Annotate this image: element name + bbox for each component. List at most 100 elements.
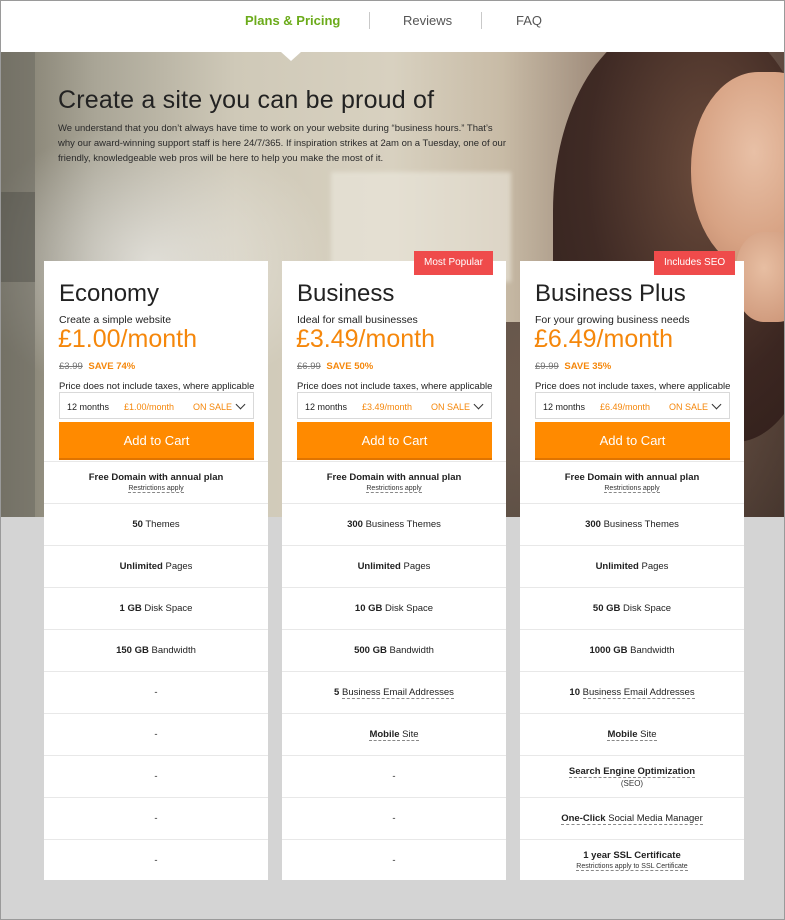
term-price: £6.49/month [600,402,651,412]
feature-email: 10 Business Email Addresses [520,671,744,713]
feature-seo: - [282,755,506,797]
feature-mobile: Mobile Site [282,713,506,755]
nav-divider [369,12,370,29]
term-value: 12 months [67,402,110,412]
feature-themes: 300 Business Themes [282,503,506,545]
feature-text: Disk Space [623,603,672,614]
feature-pages: Unlimited Pages [282,545,506,587]
feature-mobile: Mobile Site [520,713,744,755]
chevron-down-icon [473,399,484,410]
save-percent: SAVE 74% [88,361,136,372]
feature-list: Free Domain with annual plan Restriction… [44,461,268,881]
old-price: £3.99 [59,361,83,372]
feature-text: Pages [641,561,669,572]
feature-bold: Free Domain with annual plan [88,472,224,483]
feature-bold: 5 [334,687,340,698]
seo-abbrev: (SEO) [620,778,644,788]
feature-text: Site [640,729,657,741]
plan-name: Business [297,280,395,307]
email-addresses-link[interactable]: Business Email Addresses [341,687,454,699]
feature-social: One-Click Social Media Manager [520,797,744,839]
hero-background-shelf [1,52,35,517]
feature-list: Free Domain with annual plan Restriction… [520,461,744,881]
feature-bold: 50 [132,519,143,530]
term-value: 12 months [543,402,586,412]
feature-bold: 300 [585,519,601,530]
seo-link[interactable]: Search Engine Optimization [568,765,696,778]
plan-card-business-plus: Includes SEO Business Plus For your grow… [520,251,744,881]
feature-mobile: - [44,713,268,755]
social-media-link[interactable]: Social Media Manager [608,813,703,825]
plan-savings: £3.99 SAVE 74% [59,361,135,372]
feature-free-domain: Free Domain with annual plan Restriction… [44,461,268,503]
mobile-link[interactable]: Mobile [369,729,400,741]
email-addresses-link[interactable]: Business Email Addresses [582,687,695,699]
plan-price: £1.00/month [58,325,197,353]
plan-card-business: Most Popular Business Ideal for small bu… [282,251,506,880]
hero-title: Create a site you can be proud of [58,86,435,114]
feature-bold: 10 [569,687,580,698]
most-popular-badge: Most Popular [414,251,493,275]
feature-bold: 10 GB [354,603,383,614]
feature-bold: 50 GB [592,603,621,614]
feature-bold: 500 GB [354,645,387,656]
feature-disk-space: 50 GB Disk Space [520,587,744,629]
add-to-cart-button[interactable]: Add to Cart [535,422,730,460]
feature-text: Bandwidth [389,645,434,656]
feature-email: - [44,671,268,713]
plan-card-economy: Economy Create a simple website £1.00/mo… [44,261,268,880]
feature-social: - [44,797,268,839]
feature-ssl: 1 year SSL Certificate Restrictions appl… [520,839,744,881]
tab-plans-pricing[interactable]: Plans & Pricing [245,13,340,28]
restrictions-link[interactable]: Restrictions apply [366,485,422,493]
tab-reviews[interactable]: Reviews [403,13,452,28]
feature-bold: Free Domain with annual plan [326,472,462,483]
term-select[interactable]: 12 months £1.00/month ON SALE [59,392,254,419]
feature-bold: Unlimited [595,561,639,572]
term-select[interactable]: 12 months £6.49/month ON SALE [535,392,730,419]
plan-savings: £9.99 SAVE 35% [535,361,611,372]
feature-pages: Unlimited Pages [44,545,268,587]
feature-bold: 150 GB [116,645,149,656]
feature-seo: Search Engine Optimization (SEO) [520,755,744,797]
feature-text: Bandwidth [151,645,196,656]
tab-faq[interactable]: FAQ [516,13,542,28]
includes-seo-badge: Includes SEO [654,251,736,275]
feature-themes: 50 Themes [44,503,268,545]
feature-social: - [282,797,506,839]
feature-email: 5 Business Email Addresses [282,671,506,713]
tax-note: Price does not include taxes, where appl… [297,381,493,392]
tax-note: Price does not include taxes, where appl… [535,381,731,392]
term-select[interactable]: 12 months £3.49/month ON SALE [297,392,492,419]
add-to-cart-button[interactable]: Add to Cart [59,422,254,460]
feature-text: Business Themes [365,519,441,530]
feature-text: Pages [403,561,431,572]
feature-free-domain: Free Domain with annual plan Restriction… [282,461,506,503]
feature-bandwidth: 1000 GB Bandwidth [520,629,744,671]
feature-text: Themes [145,519,180,530]
top-nav: Plans & Pricing Reviews FAQ [1,1,784,61]
feature-bold: Unlimited [357,561,401,572]
restrictions-link[interactable]: Restrictions apply [604,485,660,493]
term-price: £1.00/month [124,402,175,412]
tax-note: Price does not include taxes, where appl… [59,381,255,392]
feature-text: Disk Space [144,603,193,614]
hero-intro-text: We understand that you don’t always have… [58,123,506,164]
feature-text: Bandwidth [630,645,675,656]
ssl-restrictions-link[interactable]: Restrictions apply to SSL Certificate [576,863,688,871]
feature-text: Business Themes [603,519,679,530]
plan-name: Business Plus [535,280,686,307]
old-price: £9.99 [535,361,559,372]
on-sale-label: ON SALE [193,402,233,412]
mobile-link[interactable]: Mobile [607,729,638,741]
active-tab-pointer [281,52,301,61]
feature-themes: 300 Business Themes [520,503,744,545]
on-sale-label: ON SALE [669,402,709,412]
feature-pages: Unlimited Pages [520,545,744,587]
add-to-cart-button[interactable]: Add to Cart [297,422,492,460]
feature-seo: - [44,755,268,797]
feature-disk-space: 10 GB Disk Space [282,587,506,629]
restrictions-link[interactable]: Restrictions apply [128,485,184,493]
nav-divider [481,12,482,29]
plan-savings: £6.99 SAVE 50% [297,361,373,372]
